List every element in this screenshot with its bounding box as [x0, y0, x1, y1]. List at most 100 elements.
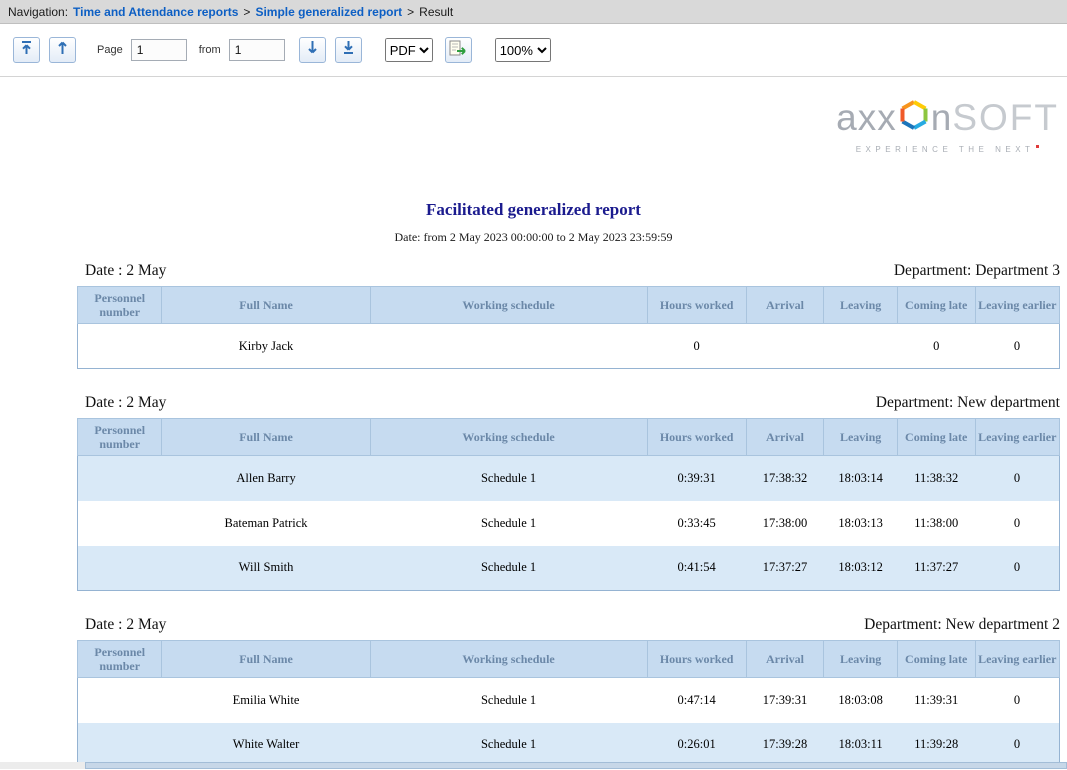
column-header: Working schedule: [370, 287, 647, 324]
export-icon: [449, 40, 467, 61]
column-header: Leaving: [824, 287, 898, 324]
cell: [78, 678, 162, 723]
column-header: Leaving earlier: [975, 419, 1060, 456]
breadcrumb-prefix: Navigation:: [8, 5, 68, 19]
cell: 11:38:32: [897, 456, 975, 501]
cell: 0:33:45: [647, 501, 746, 546]
hexagon-logo-icon: [898, 97, 930, 138]
previous-page-icon: [56, 40, 69, 60]
column-header: Personnel number: [78, 419, 162, 456]
report-sections: Date : 2 MayDepartment: Department 3 Pers…: [77, 261, 1060, 768]
cell: Schedule 1: [370, 678, 647, 723]
logo-text-axx: axx: [836, 101, 897, 135]
cell: 17:38:32: [746, 456, 824, 501]
cell: 0:41:54: [647, 546, 746, 591]
column-header: Coming late: [897, 641, 975, 678]
cell: 17:39:31: [746, 678, 824, 723]
column-header: Hours worked: [647, 641, 746, 678]
last-page-button[interactable]: [335, 37, 362, 63]
table-row: Kirby Jack000: [78, 324, 1060, 369]
cell: Schedule 1: [370, 546, 647, 591]
cell: 0:39:31: [647, 456, 746, 501]
zoom-select[interactable]: 100%: [495, 38, 551, 62]
column-header: Arrival: [746, 419, 824, 456]
report-table: Personnel numberFull NameWorking schedul…: [77, 286, 1060, 369]
cell: 0: [975, 723, 1060, 768]
header-row: Personnel numberFull NameWorking schedul…: [78, 419, 1060, 456]
report-section: Date : 2 MayDepartment: Department 3 Pers…: [77, 261, 1060, 369]
report-table: Personnel numberFull NameWorking schedul…: [77, 418, 1060, 591]
cell: 17:38:00: [746, 501, 824, 546]
column-header: Hours worked: [647, 287, 746, 324]
cell: [78, 456, 162, 501]
previous-page-button[interactable]: [49, 37, 76, 63]
total-pages-input[interactable]: [229, 39, 285, 61]
first-page-icon: [20, 40, 33, 60]
column-header: Arrival: [746, 641, 824, 678]
cell: 11:39:28: [897, 723, 975, 768]
scrollbar-thumb[interactable]: [85, 762, 1067, 769]
cell: 11:37:27: [897, 546, 975, 591]
section-heading: Date : 2 MayDepartment: New department: [77, 393, 1060, 413]
cell: 18:03:12: [824, 546, 898, 591]
section-heading: Date : 2 MayDepartment: Department 3: [77, 261, 1060, 281]
column-header: Personnel number: [78, 287, 162, 324]
cell: 18:03:14: [824, 456, 898, 501]
axxonsoft-logo: axx n SOFT EXPERIENCE THE NEXT: [836, 97, 1059, 154]
column-header: Coming late: [897, 419, 975, 456]
cell: Schedule 1: [370, 456, 647, 501]
export-format-select[interactable]: PDF: [385, 38, 433, 62]
report-document: axx n SOFT EXPERIENCE THE NEXT Facilitat…: [0, 77, 1067, 769]
report-table: Personnel numberFull NameWorking schedul…: [77, 640, 1060, 768]
table-row: Allen BarrySchedule 10:39:3117:38:3218:0…: [78, 456, 1060, 501]
breadcrumb-current: Result: [419, 5, 453, 19]
cell: 0:26:01: [647, 723, 746, 768]
breadcrumb-separator: >: [243, 5, 250, 19]
from-label: from: [199, 44, 221, 56]
table-row: Emilia WhiteSchedule 10:47:1417:39:3118:…: [78, 678, 1060, 723]
breadcrumb-link-simple-generalized[interactable]: Simple generalized report: [255, 5, 402, 19]
logo-text-n: n: [931, 101, 953, 135]
next-page-button[interactable]: [299, 37, 326, 63]
page-number-input[interactable]: [131, 39, 187, 61]
column-header: Working schedule: [370, 641, 647, 678]
cell: 18:03:11: [824, 723, 898, 768]
cell: Will Smith: [162, 546, 370, 591]
column-header: Full Name: [162, 641, 370, 678]
breadcrumb-separator: >: [407, 5, 414, 19]
column-header: Personnel number: [78, 641, 162, 678]
cell: 17:39:28: [746, 723, 824, 768]
cell: 18:03:13: [824, 501, 898, 546]
section-heading: Date : 2 MayDepartment: New department 2: [77, 615, 1060, 635]
export-button[interactable]: [445, 37, 472, 63]
cell: 0: [975, 456, 1060, 501]
cell: 0: [897, 324, 975, 369]
cell: Kirby Jack: [162, 324, 370, 369]
breadcrumb: Navigation: Time and Attendance reports …: [0, 0, 1067, 24]
column-header: Leaving: [824, 641, 898, 678]
column-header: Arrival: [746, 287, 824, 324]
header-row: Personnel numberFull NameWorking schedul…: [78, 641, 1060, 678]
cell: 18:03:08: [824, 678, 898, 723]
cell: 0:47:14: [647, 678, 746, 723]
breadcrumb-link-time-attendance[interactable]: Time and Attendance reports: [73, 5, 238, 19]
cell: 0: [975, 501, 1060, 546]
header-row: Personnel numberFull NameWorking schedul…: [78, 287, 1060, 324]
next-page-icon: [306, 40, 319, 60]
cell: [78, 501, 162, 546]
cell: Emilia White: [162, 678, 370, 723]
cell: [746, 324, 824, 369]
cell: 17:37:27: [746, 546, 824, 591]
cell: 0: [975, 546, 1060, 591]
cell: 11:39:31: [897, 678, 975, 723]
section-date-label: Date : 2 May: [85, 261, 166, 281]
first-page-button[interactable]: [13, 37, 40, 63]
logo-tagline: EXPERIENCE THE NEXT: [836, 145, 1059, 154]
horizontal-scrollbar[interactable]: [0, 762, 1067, 769]
cell: Schedule 1: [370, 501, 647, 546]
cell: [78, 324, 162, 369]
cell: [78, 723, 162, 768]
last-page-icon: [342, 40, 355, 60]
cell: 0: [647, 324, 746, 369]
cell: 11:38:00: [897, 501, 975, 546]
